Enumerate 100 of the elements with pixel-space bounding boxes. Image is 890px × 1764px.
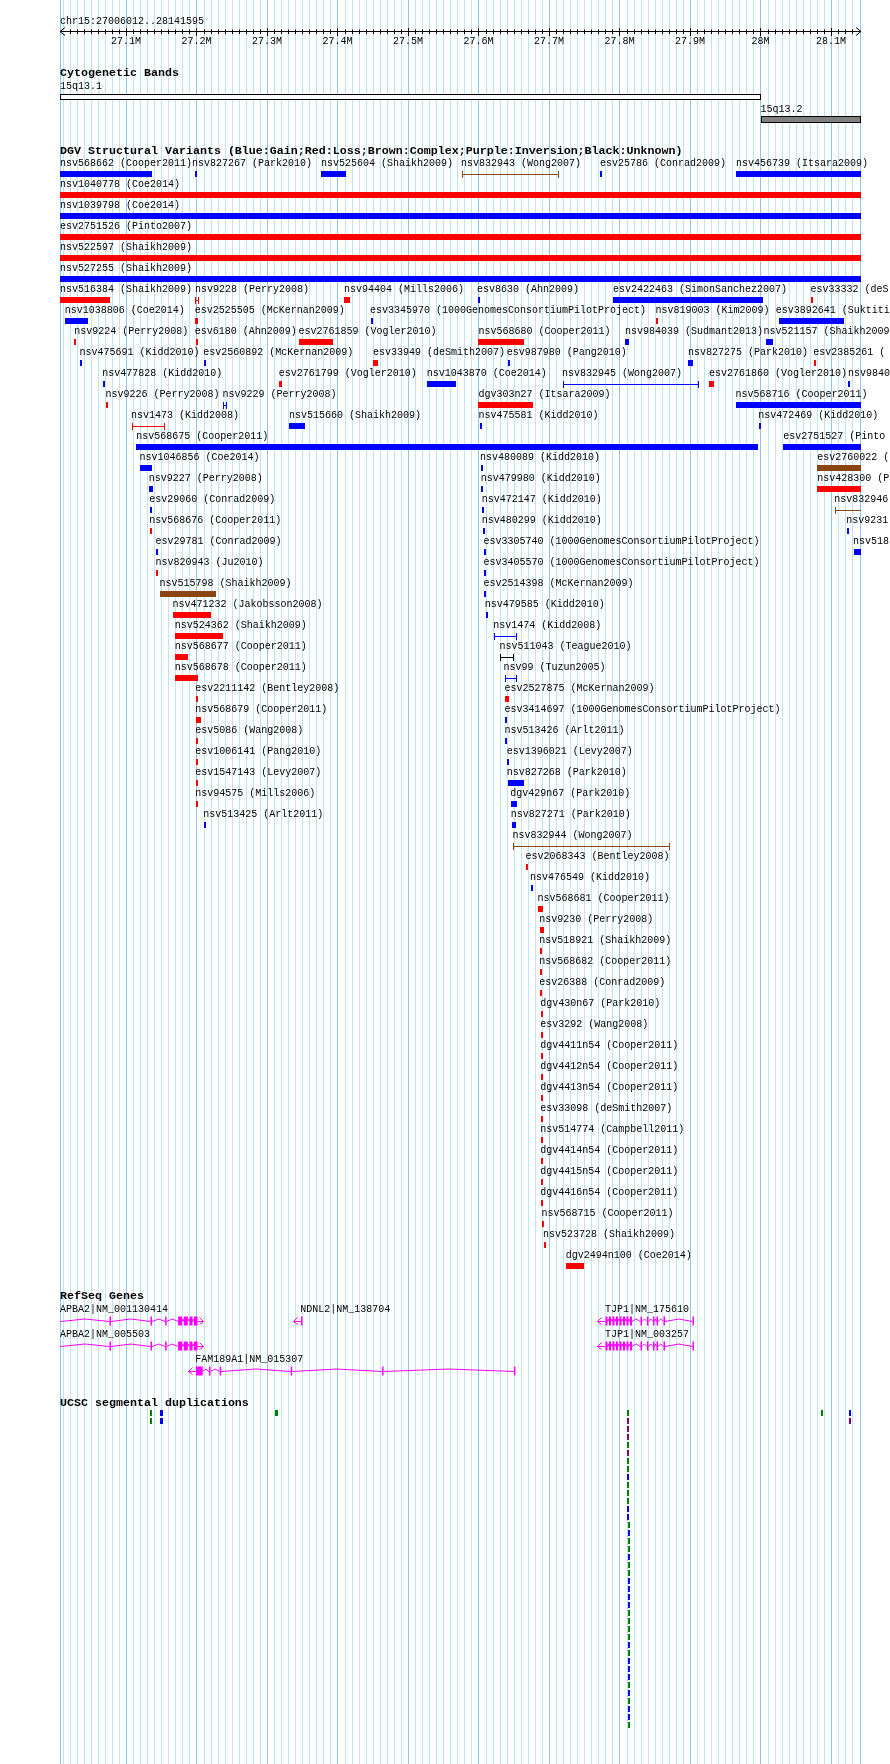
variant-label: esv2761859 (Vogler2010) bbox=[298, 326, 437, 337]
gene-label: TJP1|NM_175610 bbox=[605, 1304, 689, 1315]
variant-label: esv2761860 (Vogler2010) bbox=[708, 368, 847, 379]
tick-label: 27.5M bbox=[392, 36, 423, 47]
variant-label: esv2422463 (SimonSanchez2007) bbox=[613, 284, 788, 295]
variant-label: nsv514774 (Campbell2011) bbox=[540, 1124, 685, 1135]
variant-label: esv3414697 (1000GenomesConsortiumPilotProject) bbox=[504, 704, 781, 715]
location-label: chr15:27006012..28141595 bbox=[60, 15, 205, 27]
variant-label: nsv827267 (Park2010) bbox=[192, 158, 313, 169]
variant-label: esv2525505 (McKernan2009) bbox=[194, 305, 345, 316]
tick-label: 27.6M bbox=[463, 36, 494, 47]
variant-label: dgv4413n54 (Cooper2011) bbox=[540, 1082, 679, 1093]
gene-model-drawing bbox=[292, 1316, 303, 1326]
variant-label: dgv4411n54 (Cooper2011) bbox=[540, 1040, 679, 1051]
variant-label: esv3305740 (1000GenomesConsortiumPilotProject) bbox=[483, 536, 760, 547]
variant-label: nsv1039798 (Coe2014) bbox=[60, 200, 181, 211]
variant-label: dgv303n27 (Itsara2009) bbox=[478, 389, 611, 400]
variant-label: nsv476549 (Kidd2010) bbox=[530, 872, 651, 883]
variant-label: nsv477828 (Kidd2010) bbox=[102, 368, 223, 379]
variant-label: nsv568682 (Cooper2011) bbox=[539, 956, 672, 967]
gene-label: APBA2|NM_005503 bbox=[60, 1328, 150, 1340]
variant-label: esv2560892 (McKernan2009) bbox=[203, 347, 354, 358]
variant-label: nsv479980 (Kidd2010) bbox=[480, 473, 601, 484]
track-title: Cytogenetic Bands bbox=[60, 67, 179, 80]
variant-label: nsv9226 (Perry2008) bbox=[105, 389, 220, 400]
variant-label: nsv1043870 (Coe2014) bbox=[426, 368, 547, 379]
variant-label: nsv1046856 (Coe2014) bbox=[139, 452, 260, 463]
variant-label: esv2751527 (Pinto bbox=[783, 431, 886, 442]
variant-label: esv29781 (Conrad2009) bbox=[155, 536, 282, 547]
tick-label: 27.1M bbox=[110, 36, 141, 47]
variant-label: nsv511043 (Teague2010) bbox=[499, 641, 632, 652]
variant-label: nsv94404 (Mills2006) bbox=[344, 284, 465, 295]
variant-label: dgv2494n100 (Coe2014) bbox=[565, 1250, 692, 1261]
variant-label: nsv518 bbox=[853, 536, 889, 547]
variant-label: nsv471232 (Jakobsson2008) bbox=[172, 599, 323, 610]
variant-label: nsv99 (Tuzun2005) bbox=[503, 662, 606, 673]
variant-label: nsv9227 (Perry2008) bbox=[148, 473, 263, 484]
variant-label: nsv568715 (Cooper2011) bbox=[541, 1208, 674, 1219]
variant-label: nsv1473 (Kidd2008) bbox=[131, 410, 240, 421]
variant-label: nsv827268 (Park2010) bbox=[506, 767, 627, 778]
variant-label: nsv513426 (Arlt2011) bbox=[504, 725, 625, 736]
variant-label: nsv518921 (Shaikh2009) bbox=[539, 935, 672, 946]
band-label: 15q13.2 bbox=[760, 103, 803, 115]
variant-label: nsv827271 (Park2010) bbox=[510, 809, 631, 820]
variant-label: esv26388 (Conrad2009) bbox=[539, 977, 666, 988]
variant-label: nsv515660 (Shaikh2009) bbox=[288, 410, 421, 421]
variant-label: nsv568675 (Cooper2011) bbox=[136, 431, 269, 442]
variant-label: nsv832946 bbox=[834, 494, 889, 505]
variant-label: esv2211142 (Bentley2008) bbox=[195, 683, 340, 694]
variant-label: nsv472147 (Kidd2010) bbox=[481, 494, 602, 505]
variant-label: nsv480299 (Kidd2010) bbox=[481, 515, 602, 526]
variant-label: nsv522597 (Shaikh2009) bbox=[60, 242, 193, 253]
variant-label: nsv820943 (Ju2010) bbox=[155, 557, 264, 568]
variant-label: nsv832943 (Wong2007) bbox=[461, 158, 582, 169]
tick-label: 27.2M bbox=[181, 36, 212, 47]
gene-label: NDNL2|NM_138704 bbox=[300, 1304, 391, 1315]
variant-label: nsv480089 (Kidd2010) bbox=[480, 452, 601, 463]
variant-label: esv33949 (deSmith2007) bbox=[372, 347, 505, 358]
track-title: DGV Structural Variants (Blue:Gain;Red:Loss;Brown:Complex;Purple:Inversion;Black:Unknown) bbox=[60, 145, 683, 158]
variant-label: esv33332 (deS bbox=[810, 284, 889, 295]
variant-label: nsv568676 (Cooper2011) bbox=[149, 515, 282, 526]
variant-label: dgv430n67 (Park2010) bbox=[540, 998, 661, 1009]
variant-label: esv987980 (Pang2010) bbox=[506, 347, 627, 358]
variant-label: esv2751526 (Pinto2007) bbox=[60, 221, 193, 232]
variant-label: nsv9229 (Perry2008) bbox=[222, 389, 337, 400]
variant-label: esv3292 (Wang2008) bbox=[540, 1019, 649, 1030]
variant-label: esv3892641 (Suktiti bbox=[775, 305, 890, 316]
variant-label: esv1006141 (Pang2010) bbox=[195, 746, 322, 757]
tick-label: 28.1M bbox=[815, 36, 846, 47]
variant-label: dgv4414n54 (Cooper2011) bbox=[540, 1145, 679, 1156]
variant-label: nsv475581 (Kidd2010) bbox=[478, 410, 599, 421]
variant-label: nsv525604 (Shaikh2009) bbox=[321, 158, 454, 169]
variant-label: esv8630 (Ahn2009) bbox=[477, 284, 580, 295]
variant-label: esv2514398 (McKernan2009) bbox=[483, 578, 634, 589]
variant-label: nsv568680 (Cooper2011) bbox=[478, 326, 611, 337]
variant-label: esv2068343 (Bentley2008) bbox=[525, 851, 670, 862]
variant-label: nsv9230 (Perry2008) bbox=[539, 914, 654, 925]
variant-label: nsv523728 (Shaikh2009) bbox=[543, 1229, 676, 1240]
variant-label: nsv827275 (Park2010) bbox=[687, 347, 808, 358]
track-title: RefSeq Genes bbox=[60, 1290, 144, 1303]
variant-label: nsv1038806 (Coe2014) bbox=[64, 305, 185, 316]
tick-label: 27.7M bbox=[533, 36, 564, 47]
variant-label: esv5086 (Wang2008) bbox=[195, 725, 304, 736]
variant-label: nsv524362 (Shaikh2009) bbox=[174, 620, 307, 631]
variant-label: esv2527875 (McKernan2009) bbox=[504, 683, 655, 694]
variant-label: dgv4416n54 (Cooper2011) bbox=[540, 1187, 679, 1198]
variant-label: esv25786 (Conrad2009) bbox=[600, 158, 727, 169]
variant-label: nsv9224 (Perry2008) bbox=[74, 326, 189, 337]
variant-label: dgv429n67 (Park2010) bbox=[510, 788, 631, 799]
band-label: 15q13.1 bbox=[60, 81, 102, 93]
variant-label: nsv568681 (Cooper2011) bbox=[537, 893, 670, 904]
variant-label: nsv9231 bbox=[846, 515, 889, 526]
track-title: UCSC segmental duplications bbox=[60, 1397, 249, 1409]
tick-label: 28M bbox=[751, 36, 770, 47]
variant-label: nsv515798 (Shaikh2009) bbox=[159, 578, 292, 589]
variant-label: nsv832944 (Wong2007) bbox=[512, 830, 633, 841]
variant-label: esv6180 (Ahn2009) bbox=[194, 326, 297, 337]
variant-label: nsv516384 (Shaikh2009) bbox=[60, 284, 193, 295]
gene-label: APBA2|NM_001130414 bbox=[60, 1304, 169, 1315]
variant-label: esv33098 (deSmith2007) bbox=[540, 1103, 673, 1114]
